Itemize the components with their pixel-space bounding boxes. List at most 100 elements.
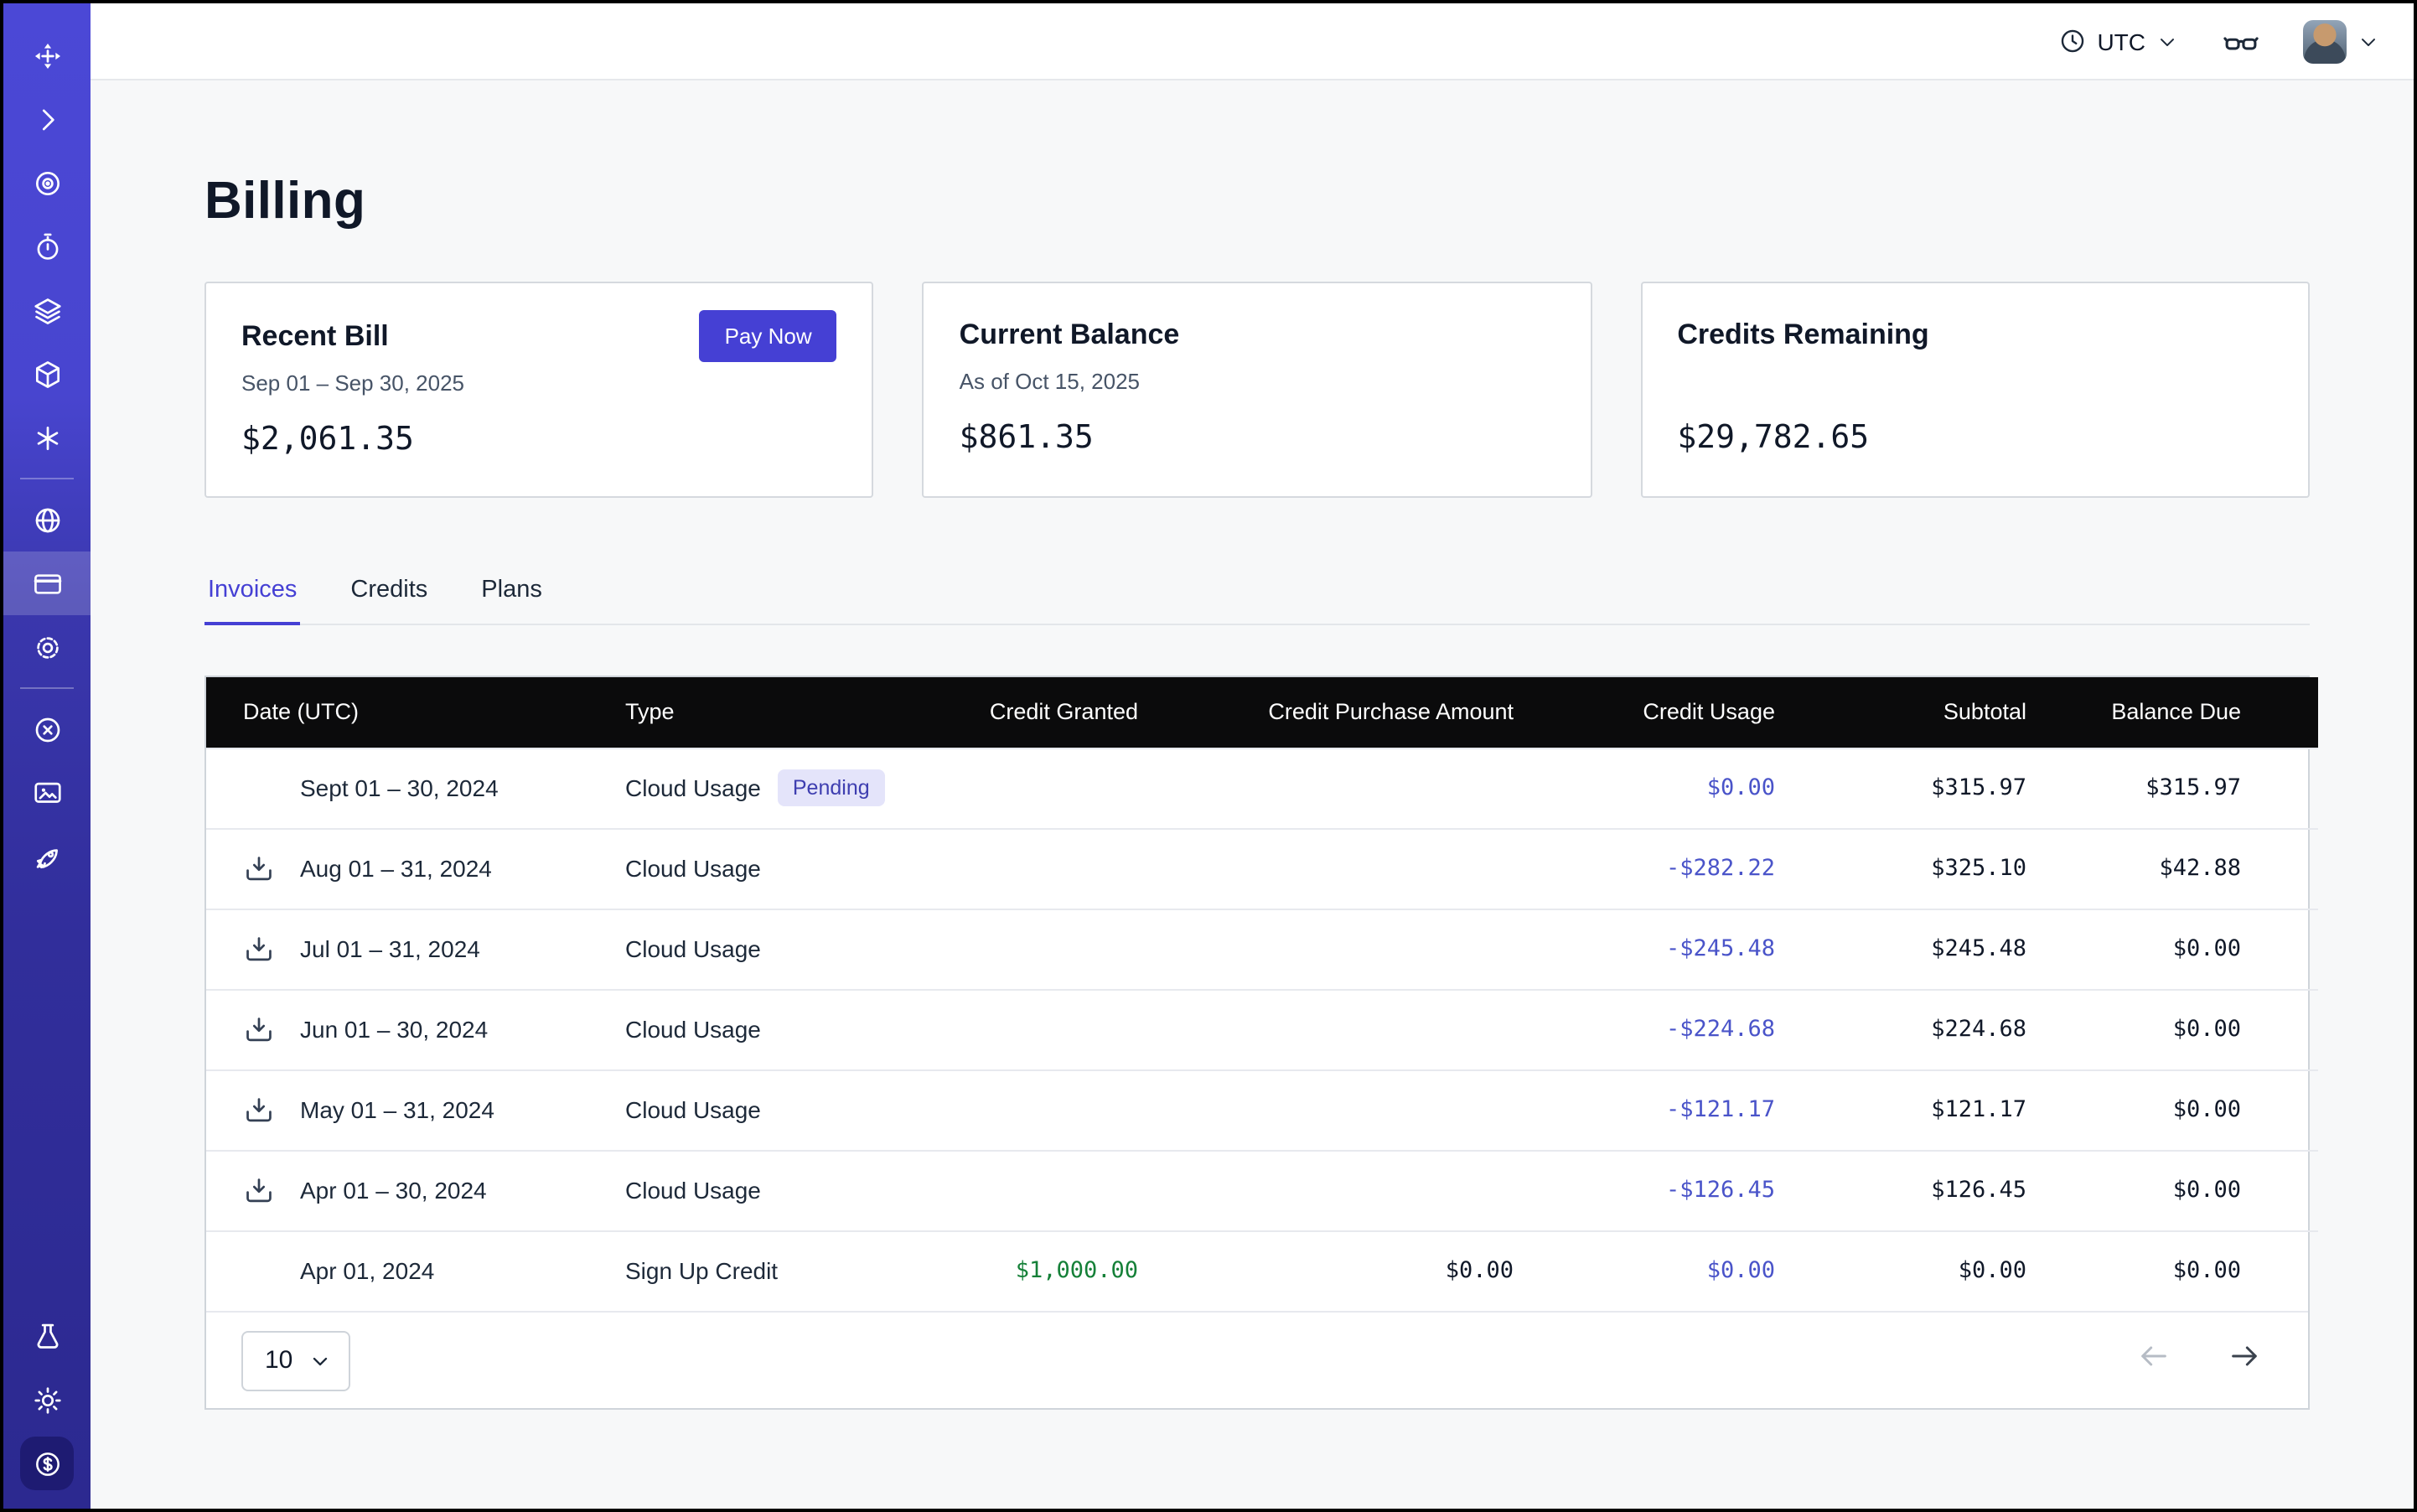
sidebar-item-settings[interactable] <box>3 615 91 679</box>
avatar <box>2303 19 2347 63</box>
credit-purchase-amount <box>1138 828 1514 909</box>
sidebar-item-expand[interactable] <box>3 87 91 151</box>
invoice-type: Sign Up Credit <box>625 1258 778 1285</box>
table-row: Aug 01 – 31, 2024 Cloud Usage -$282.22 $… <box>206 828 2318 909</box>
tab-invoices[interactable]: Invoices <box>204 562 300 625</box>
credit-usage: -$224.68 <box>1514 989 1775 1069</box>
credit-granted <box>890 1150 1138 1230</box>
credits-remaining-title: Credits Remaining <box>1677 318 1928 352</box>
table-row: Apr 01 – 30, 2024 Cloud Usage -$126.45 $… <box>206 1150 2318 1230</box>
sidebar-logo[interactable] <box>3 23 91 87</box>
sidebar-item-cube[interactable] <box>3 342 91 406</box>
download-invoice-icon[interactable] <box>243 933 275 965</box>
balance-due: $0.00 <box>2026 1069 2318 1150</box>
pay-now-button[interactable]: Pay Now <box>700 310 837 362</box>
sun-icon <box>31 1384 63 1416</box>
globe-icon <box>31 504 63 536</box>
sidebar-item-radar[interactable] <box>3 151 91 215</box>
invoice-type: Cloud Usage <box>625 1096 761 1123</box>
sidebar-item-labs[interactable] <box>3 1304 91 1368</box>
app-window: UTC Billing Recent Bill Pay Now Sep 01 <box>0 0 2417 1512</box>
sidebar-bottom-group <box>3 1304 91 1509</box>
sidebar-item-layers[interactable] <box>3 278 91 342</box>
asterisk-icon <box>31 422 63 453</box>
sidebar-item-display[interactable] <box>3 761 91 825</box>
balance-due: $42.88 <box>2026 828 2318 909</box>
download-slot <box>243 933 280 965</box>
credit-purchase-amount <box>1138 1069 1514 1150</box>
credit-usage: $0.00 <box>1514 748 1775 828</box>
page-title: Billing <box>204 171 2310 231</box>
timezone-label: UTC <box>2097 28 2145 54</box>
current-balance-card: Current Balance As of Oct 15, 2025 $861.… <box>923 282 1592 498</box>
sidebar-item-timer[interactable] <box>3 215 91 278</box>
credit-granted: $1,000.00 <box>890 1230 1138 1311</box>
current-balance-asof: As of Oct 15, 2025 <box>960 369 1555 397</box>
pagination <box>2137 1339 2261 1381</box>
current-balance-amount: $861.35 <box>960 419 1555 456</box>
chevron-down-icon <box>2156 29 2179 53</box>
timer-icon <box>31 230 63 262</box>
subtotal: $315.97 <box>1775 748 2026 828</box>
download-invoice-icon[interactable] <box>243 1094 275 1126</box>
subtotal: $0.00 <box>1775 1230 2026 1311</box>
invoice-type: Cloud Usage <box>625 935 761 962</box>
col-credit-usage: Credit Usage <box>1514 677 1775 748</box>
prev-page-button[interactable] <box>2137 1339 2171 1381</box>
dollar-circle-icon <box>31 1447 63 1479</box>
timezone-selector[interactable]: UTC <box>2058 27 2179 55</box>
credit-purchase-amount <box>1138 1150 1514 1230</box>
credits-remaining-amount: $29,782.65 <box>1677 419 2273 456</box>
subtotal: $325.10 <box>1775 828 2026 909</box>
sidebar-item-deploy[interactable] <box>3 825 91 888</box>
page-size-select[interactable]: 10 <box>241 1330 349 1390</box>
credit-purchase-amount <box>1138 909 1514 989</box>
download-slot <box>243 1174 280 1206</box>
summary-cards: Recent Bill Pay Now Sep 01 – Sep 30, 202… <box>204 282 2310 498</box>
recent-bill-period: Sep 01 – Sep 30, 2025 <box>241 370 837 399</box>
billing-tabs: Invoices Credits Plans <box>204 562 2310 625</box>
sidebar-item-network[interactable] <box>3 488 91 551</box>
download-invoice-icon[interactable] <box>243 1174 275 1206</box>
col-date: Date (UTC) <box>206 677 625 748</box>
sidebar-item-cancel[interactable] <box>3 697 91 761</box>
recent-bill-title: Recent Bill <box>241 319 389 353</box>
sidebar-item-billing[interactable] <box>3 551 91 615</box>
recent-bill-amount: $2,061.35 <box>241 421 837 458</box>
download-invoice-icon[interactable] <box>243 1013 275 1045</box>
credit-purchase-amount: $0.00 <box>1138 1230 1514 1311</box>
invoice-type: Cloud Usage <box>625 855 761 882</box>
subtotal: $245.48 <box>1775 909 2026 989</box>
credit-card-icon <box>31 567 63 599</box>
billing-page: Billing Recent Bill Pay Now Sep 01 – Sep… <box>91 80 2414 1509</box>
credit-usage: -$126.45 <box>1514 1150 1775 1230</box>
credit-usage: $0.00 <box>1514 1230 1775 1311</box>
credit-granted <box>890 1069 1138 1150</box>
sidebar-item-theme[interactable] <box>3 1368 91 1432</box>
current-balance-title: Current Balance <box>960 318 1180 352</box>
display-icon <box>31 777 63 809</box>
glasses-button[interactable] <box>2223 23 2259 60</box>
credits-remaining-sub <box>1677 369 2273 397</box>
tab-plans[interactable]: Plans <box>478 562 546 625</box>
sidebar-item-asterisk[interactable] <box>3 406 91 469</box>
balance-due: $315.97 <box>2026 748 2318 828</box>
sidebar-item-credits[interactable] <box>3 1432 91 1495</box>
rocket-icon <box>31 841 63 873</box>
credit-purchase-amount <box>1138 989 1514 1069</box>
tab-credits[interactable]: Credits <box>347 562 431 625</box>
sidebar-spacer <box>3 888 91 1304</box>
account-menu[interactable] <box>2303 19 2380 63</box>
credit-usage: -$245.48 <box>1514 909 1775 989</box>
download-invoice-icon[interactable] <box>243 852 275 884</box>
balance-due: $0.00 <box>2026 989 2318 1069</box>
chevron-right-icon <box>31 103 63 135</box>
download-slot <box>243 1094 280 1126</box>
balance-due: $0.00 <box>2026 1150 2318 1230</box>
sidebar <box>3 3 91 1509</box>
next-page-button[interactable] <box>2228 1339 2261 1381</box>
balance-due: $0.00 <box>2026 909 2318 989</box>
cube-icon <box>31 358 63 390</box>
subtotal: $224.68 <box>1775 989 2026 1069</box>
subtotal: $121.17 <box>1775 1069 2026 1150</box>
